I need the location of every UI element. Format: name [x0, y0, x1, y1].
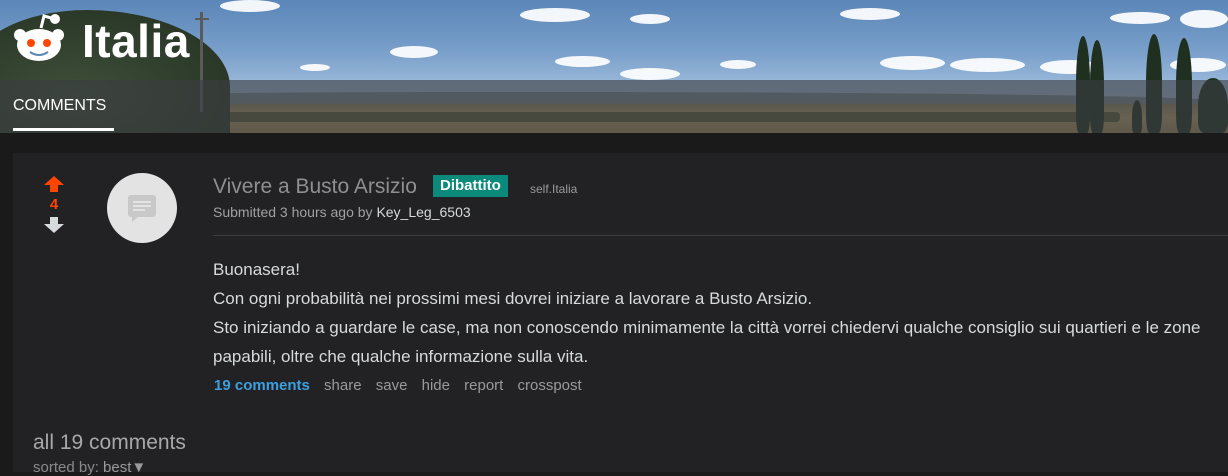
share-button[interactable]: share [324, 377, 362, 394]
body-paragraph: Con ogni probabilità nei prossimi mesi d… [213, 289, 813, 308]
comments-heading: all 19 comments [33, 431, 186, 454]
post-score: 4 [49, 196, 59, 213]
subreddit-banner: Italia COMMENTS [0, 0, 1228, 133]
sort-dropdown[interactable]: best▼ [103, 459, 146, 476]
tab-active-indicator [13, 128, 114, 131]
body-paragraph: Sto iniziando a guardare le case, ma non… [213, 318, 1201, 366]
comments-link[interactable]: 19 comments [214, 377, 310, 394]
sort-label: sorted by: [33, 459, 104, 476]
post-body: Buonasera! Con ogni probabilità nei pros… [213, 255, 1218, 371]
submitted-text: Submitted 3 hours ago by [213, 204, 377, 220]
post-thumbnail[interactable] [107, 173, 177, 243]
subreddit-title[interactable]: Italia [82, 14, 190, 68]
body-paragraph: Buonasera! [213, 260, 300, 279]
crosspost-button[interactable]: crosspost [518, 377, 582, 394]
self-post-text-icon [128, 195, 156, 222]
sort-control: sorted by: best▼ [33, 459, 146, 476]
post-divider [213, 235, 1228, 236]
post-flair[interactable]: Dibattito [433, 175, 508, 197]
chevron-down-icon: ▼ [131, 459, 147, 476]
upvote-arrow-icon[interactable] [42, 176, 66, 192]
post-meta: Submitted 3 hours ago by Key_Leg_6503 [213, 204, 471, 220]
hide-button[interactable]: hide [422, 377, 450, 394]
vote-controls: 4 [42, 176, 66, 233]
post-title[interactable]: Vivere a Busto Arsizio [213, 175, 417, 199]
report-button[interactable]: report [464, 377, 503, 394]
save-button[interactable]: save [376, 377, 408, 394]
post-actions: 19 comments share save hide report cross… [214, 377, 592, 394]
sort-value: best [103, 459, 132, 476]
post-domain[interactable]: self.Italia [530, 182, 577, 196]
reddit-alien-icon[interactable] [11, 12, 67, 68]
tab-comments[interactable]: COMMENTS [13, 97, 106, 115]
post-author[interactable]: Key_Leg_6503 [376, 204, 470, 220]
downvote-arrow-icon[interactable] [42, 217, 66, 233]
